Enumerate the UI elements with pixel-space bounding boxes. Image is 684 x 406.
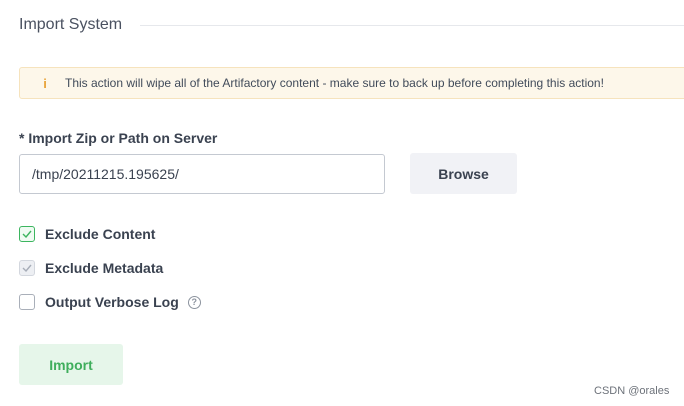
import-button[interactable]: Import [19,344,123,385]
warning-alert: i This action will wipe all of the Artif… [19,67,684,99]
section-divider [140,24,684,26]
question-circle-icon[interactable]: ? [187,295,201,309]
exclude-metadata-label: Exclude Metadata [45,260,164,276]
watermark: CSDN @orales [594,385,670,397]
output-verbose-log-label: Output Verbose Log [45,294,179,310]
exclude-content-label: Exclude Content [45,226,156,242]
exclude-metadata-option[interactable]: Exclude Metadata [19,259,163,277]
checkmark-icon [22,264,32,272]
checkmark-icon [22,230,32,238]
exclude-content-checkbox[interactable] [19,226,35,242]
exclude-metadata-checkbox[interactable] [19,260,35,276]
path-field-label: * Import Zip or Path on Server [19,130,218,146]
alert-text: This action will wipe all of the Artifac… [65,76,604,90]
section-title: Import System [19,16,123,33]
path-input[interactable] [19,154,385,194]
info-icon: i [43,75,47,91]
browse-button[interactable]: Browse [410,153,517,194]
exclude-content-option[interactable]: Exclude Content [19,225,155,243]
output-verbose-log-checkbox[interactable] [19,294,35,310]
import-system-page: Import System i This action will wipe al… [0,0,684,406]
output-verbose-log-option[interactable]: Output Verbose Log ? [19,293,201,311]
section-header: Import System [19,12,684,38]
